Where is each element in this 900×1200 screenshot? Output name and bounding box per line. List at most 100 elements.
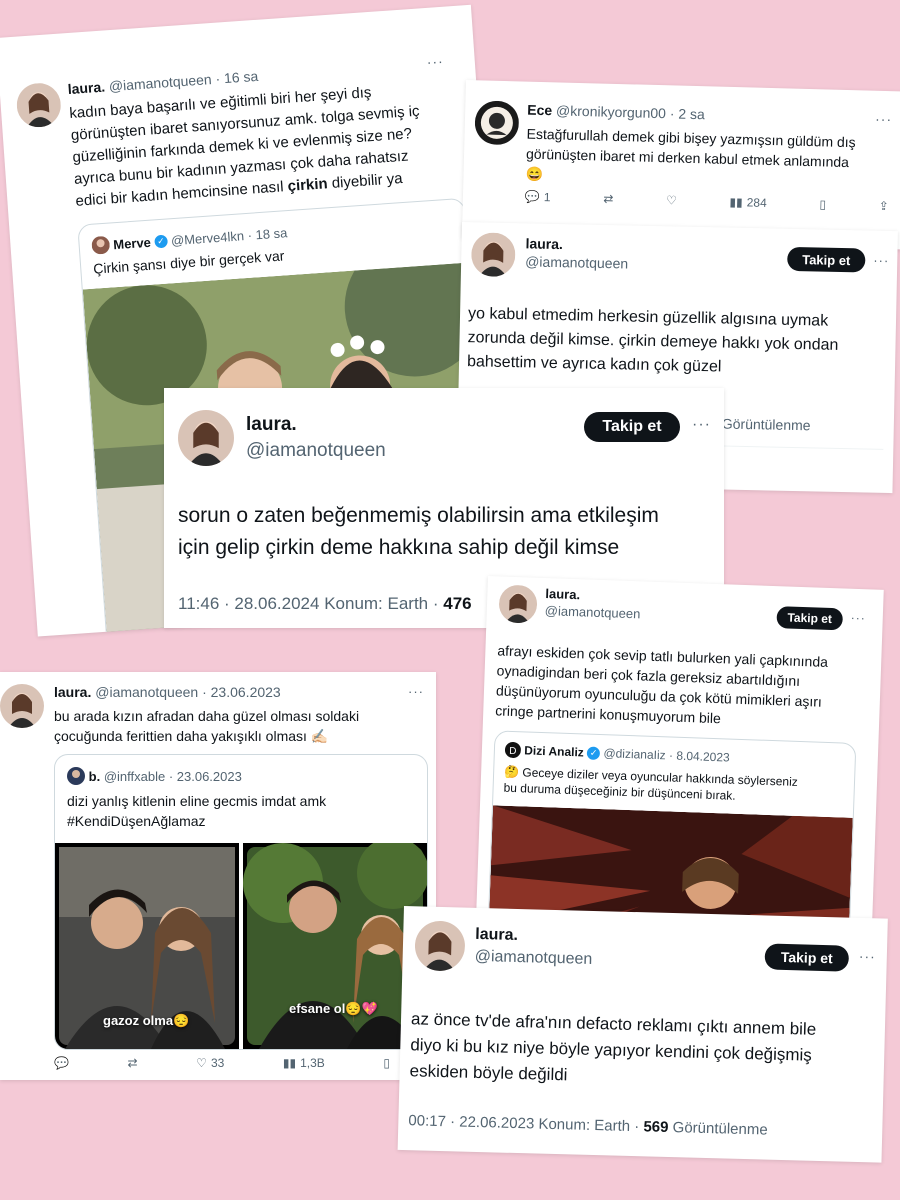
view-count: 569 xyxy=(643,1118,669,1136)
quoted-text-line: dizi yanlış kitlenin eline gecmis imdat … xyxy=(67,793,327,809)
retweet-icon: ⇄ xyxy=(603,191,614,206)
avatar[interactable] xyxy=(470,232,516,278)
follow-button[interactable]: Takip et xyxy=(584,412,680,442)
collage: laura. @iamanotqueen · 16 sa ··· kadın b… xyxy=(0,0,900,1200)
heart-icon: ♡ xyxy=(665,193,678,208)
retweet-button[interactable]: ⇄ xyxy=(603,192,613,206)
tweet-time[interactable]: · 23.06.2023 xyxy=(202,684,281,700)
verified-badge-icon: ✓ xyxy=(586,746,601,760)
verified-badge-icon: ✓ xyxy=(153,234,168,248)
views-button[interactable]: ▮▮ 1,3B xyxy=(283,1056,325,1070)
quoted-author-handle[interactable]: @dizianaIiz xyxy=(603,746,666,762)
text-segment: diyebilir ya xyxy=(331,170,404,192)
quoted-author-name[interactable]: b. xyxy=(89,769,101,784)
reply-icon: 💬 xyxy=(524,189,541,204)
action-bar: 💬 1 ⇄ ♡ ▮▮ 284 ▯ ⇪ xyxy=(525,190,889,214)
tweet-time[interactable]: · 16 sa xyxy=(215,68,259,87)
avatar[interactable] xyxy=(414,920,466,972)
photo-right[interactable]: efsane ol😔💖 xyxy=(243,843,427,1049)
reply-icon: 💬 xyxy=(54,1056,69,1070)
quoted-time[interactable]: · 23.06.2023 xyxy=(169,769,242,784)
avatar[interactable] xyxy=(91,235,111,255)
more-icon[interactable]: ··· xyxy=(859,948,876,964)
avatar[interactable]: D xyxy=(504,741,522,759)
views-label: Görüntülenme xyxy=(721,415,811,434)
tweet-card-7: laura. @iamanotqueen Takip et ··· az önc… xyxy=(397,906,888,1163)
tweet-meta: 11:46 · 28.06.2024 Konum: Earth · xyxy=(178,594,439,613)
bar-chart-icon: ▮▮ xyxy=(282,1056,297,1070)
author-handle[interactable]: @kronikyorgun00 xyxy=(556,102,666,121)
author-handle[interactable]: @iamanotqueen xyxy=(525,253,628,271)
bookmark-icon: ▯ xyxy=(819,197,827,212)
more-icon[interactable]: ··· xyxy=(426,53,444,70)
photo-caption: gazoz olma😔 xyxy=(103,1013,190,1028)
more-icon[interactable]: ··· xyxy=(408,684,424,699)
bar-chart-icon: ▮▮ xyxy=(729,194,743,210)
photo-caption: efsane ol😔💖 xyxy=(289,1001,378,1016)
divider xyxy=(717,445,884,450)
author-handle[interactable]: @iamanotqueen xyxy=(474,948,592,969)
bookmark-icon: ▯ xyxy=(383,1056,390,1070)
quoted-text: dizi yanlış kitlenin eline gecmis imdat … xyxy=(67,791,417,831)
author-handle[interactable]: @iamanotqueen xyxy=(95,684,198,700)
tweet-meta: 00:17 · 22.06.2023 Konum: Earth · xyxy=(408,1112,640,1136)
views-label: Görüntülenme xyxy=(672,1119,768,1139)
more-icon[interactable]: ··· xyxy=(873,253,889,268)
avatar[interactable] xyxy=(0,684,44,728)
views-button[interactable]: ▮▮ 284 xyxy=(729,195,767,210)
avatar[interactable] xyxy=(474,100,520,146)
photo-left[interactable]: gazoz olma😔 xyxy=(55,843,239,1049)
author-handle[interactable]: @iamanotqueen xyxy=(545,603,641,621)
author-name[interactable]: laura. xyxy=(67,79,105,98)
view-count: 476 xyxy=(443,594,472,613)
tweet-text: Estağfurullah demek gibi bişey yazmışsın… xyxy=(525,124,896,194)
avatar[interactable] xyxy=(498,584,538,624)
quoted-author-handle[interactable]: @Merve4lkn xyxy=(170,228,244,248)
author-handle[interactable]: @iamanotqueen xyxy=(108,71,212,94)
quoted-tweet[interactable]: b. @inffxable · 23.06.2023 dizi yanlış k… xyxy=(54,754,428,1050)
avatar[interactable] xyxy=(15,81,63,129)
tweet-card-6: laura. @iamanotqueen · 23.06.2023 ··· bu… xyxy=(0,672,436,1080)
quoted-time[interactable]: · 8.04.2023 xyxy=(669,748,730,764)
quoted-text: 🤔 Geceye diziler veya oyuncular hakkında… xyxy=(503,764,848,808)
follow-button[interactable]: Takip et xyxy=(764,943,850,972)
author-name[interactable]: laura. xyxy=(525,235,628,253)
svg-text:D: D xyxy=(509,746,517,757)
like-button[interactable]: ♡ 33 xyxy=(196,1056,224,1070)
tweet-time[interactable]: · 2 sa xyxy=(670,105,705,122)
quoted-text-line: #KendiDüşenAğlamaz xyxy=(67,813,206,829)
retweet-button[interactable]: ⇄ xyxy=(128,1056,138,1070)
like-button[interactable]: ♡ xyxy=(666,193,677,207)
reply-button[interactable]: 💬 xyxy=(54,1056,69,1070)
tweet-text: bu arada kızın afradan daha güzel olması… xyxy=(54,706,430,746)
share-icon: ⇪ xyxy=(878,198,890,214)
author-name[interactable]: laura. xyxy=(54,684,91,700)
bookmark-button[interactable]: ▯ xyxy=(819,197,826,211)
quoted-author-handle[interactable]: @inffxable xyxy=(104,769,165,784)
author-handle[interactable]: @iamanotqueen xyxy=(246,440,386,462)
quoted-time[interactable]: · 18 sa xyxy=(247,225,288,243)
tweet-text-line: sorun o zaten beğenmemiş olabilirsin ama… xyxy=(178,504,659,527)
avatar[interactable] xyxy=(178,410,234,466)
more-icon[interactable]: ··· xyxy=(692,416,711,434)
author-name[interactable]: laura. xyxy=(246,414,386,436)
author-name[interactable]: laura. xyxy=(475,926,593,947)
tweet-text: az önce tv'de afra'nın defacto reklamı ç… xyxy=(409,1006,881,1096)
reply-button[interactable]: 💬 1 xyxy=(525,190,551,205)
follow-button[interactable]: Takip et xyxy=(787,246,866,273)
follow-button[interactable]: Takip et xyxy=(776,606,844,631)
tweet-text: afrayı eskiden çok sevip tatlı bulurken … xyxy=(495,640,878,733)
tweet-text-line: çocuğunda ferittien daha yakışıklı olmas… xyxy=(54,728,329,744)
author-name[interactable]: laura. xyxy=(545,586,641,604)
bold-word: çirkin xyxy=(287,175,329,195)
more-icon[interactable]: ··· xyxy=(875,111,892,127)
bookmark-button[interactable]: ▯ xyxy=(383,1056,390,1070)
more-icon[interactable]: ··· xyxy=(851,611,866,626)
quoted-author-name[interactable]: Merve xyxy=(113,234,152,252)
share-button[interactable]: ⇪ xyxy=(879,199,889,213)
like-count: 33 xyxy=(210,1056,225,1070)
quoted-author-name[interactable]: Dizi Analiz xyxy=(524,743,584,759)
tweet-text-line: için gelip çirkin deme hakkına sahip değ… xyxy=(178,536,620,559)
author-name[interactable]: Ece xyxy=(527,102,552,119)
avatar[interactable] xyxy=(67,767,85,785)
